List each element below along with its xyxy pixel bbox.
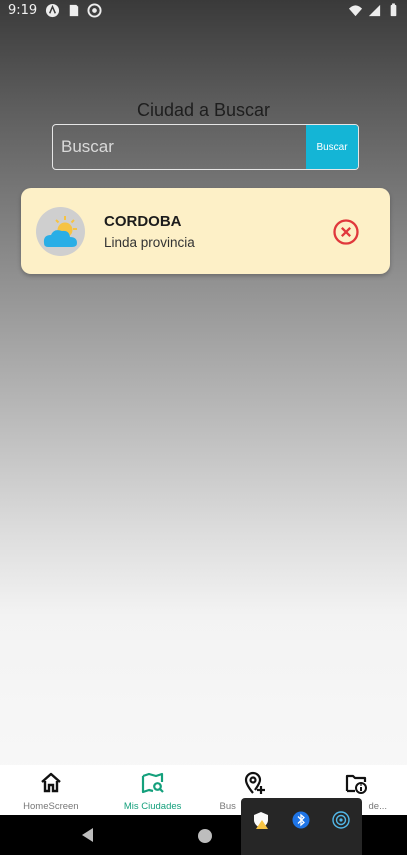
quick-overlay-panel xyxy=(241,798,362,855)
nav-label-mis-ciudades: Mis Ciudades xyxy=(123,801,182,812)
nav-item-homescreen[interactable]: HomeScreen xyxy=(0,765,102,815)
home-icon xyxy=(41,772,61,793)
shield-warning-icon[interactable] xyxy=(252,811,270,829)
map-search-icon xyxy=(141,772,164,794)
search-box: Buscar xyxy=(52,124,359,170)
city-card[interactable]: CORDOBA Linda provincia xyxy=(21,188,390,274)
nav-label-homescreen: HomeScreen xyxy=(23,801,79,812)
status-right-icons xyxy=(348,3,401,18)
battery-icon xyxy=(390,3,397,17)
bluetooth-icon[interactable] xyxy=(292,811,310,829)
a-icon xyxy=(45,3,60,18)
signal-icon xyxy=(368,4,381,17)
wifi-icon xyxy=(348,5,363,17)
close-circle-icon[interactable] xyxy=(332,218,360,246)
hotspot-icon[interactable] xyxy=(332,811,350,829)
city-subtitle: Linda provincia xyxy=(104,235,195,250)
nav-item-mis-ciudades[interactable]: Mis Ciudades xyxy=(102,765,204,815)
folder-info-icon xyxy=(346,774,368,794)
weather-avatar xyxy=(36,207,85,256)
search-input[interactable] xyxy=(53,125,306,169)
search-button[interactable]: Buscar xyxy=(306,125,358,169)
add-location-icon xyxy=(245,771,266,794)
city-name: CORDOBA xyxy=(104,213,182,230)
back-icon[interactable] xyxy=(80,827,94,843)
status-bar: 9:19 xyxy=(0,0,407,22)
home-circle-icon[interactable] xyxy=(198,829,212,843)
sd-card-icon xyxy=(69,4,79,17)
partly-cloudy-icon xyxy=(43,216,77,247)
status-time: 9:19 xyxy=(8,3,38,18)
search-title: Ciudad a Buscar xyxy=(136,100,271,120)
status-left-icons xyxy=(45,3,102,18)
app-icon xyxy=(87,3,102,18)
